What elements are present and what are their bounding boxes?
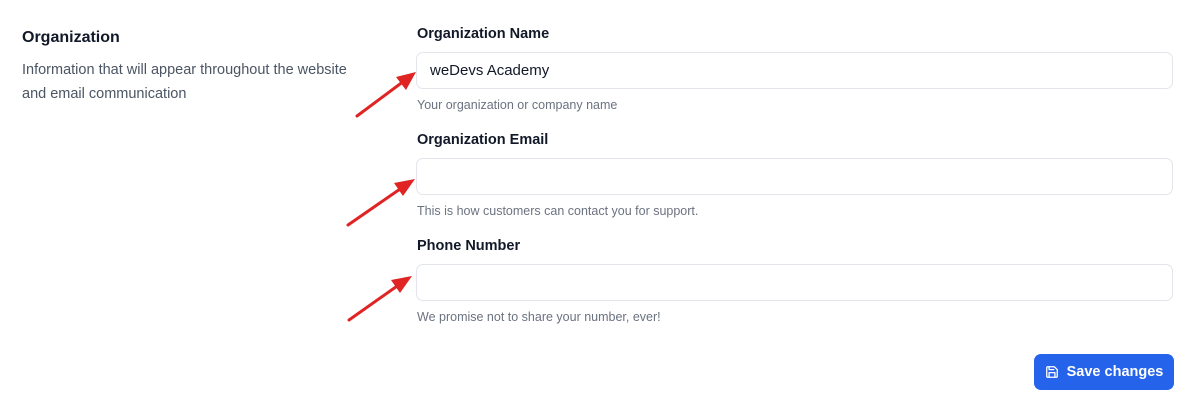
- annotation-arrow: [347, 276, 412, 322]
- phone-number-input[interactable]: [416, 264, 1173, 301]
- organization-email-input[interactable]: [416, 158, 1173, 195]
- organization-name-input[interactable]: [416, 52, 1173, 89]
- phone-number-label: Phone Number: [417, 238, 521, 254]
- annotation-arrow: [346, 179, 415, 227]
- section-title: Organization: [22, 29, 120, 46]
- section-description: Information that will appear throughout …: [22, 62, 347, 102]
- save-changes-button[interactable]: Save changes: [1034, 354, 1174, 390]
- organization-email-label: Organization Email: [417, 132, 549, 148]
- organization-name-label: Organization Name: [417, 26, 550, 42]
- floppy-disk-icon: [1045, 365, 1059, 379]
- phone-number-help: We promise not to share your number, eve…: [417, 310, 661, 324]
- organization-name-help: Your organization or company name: [417, 98, 618, 112]
- organization-email-help: This is how customers can contact you fo…: [417, 204, 699, 218]
- save-changes-label: Save changes: [1066, 364, 1164, 380]
